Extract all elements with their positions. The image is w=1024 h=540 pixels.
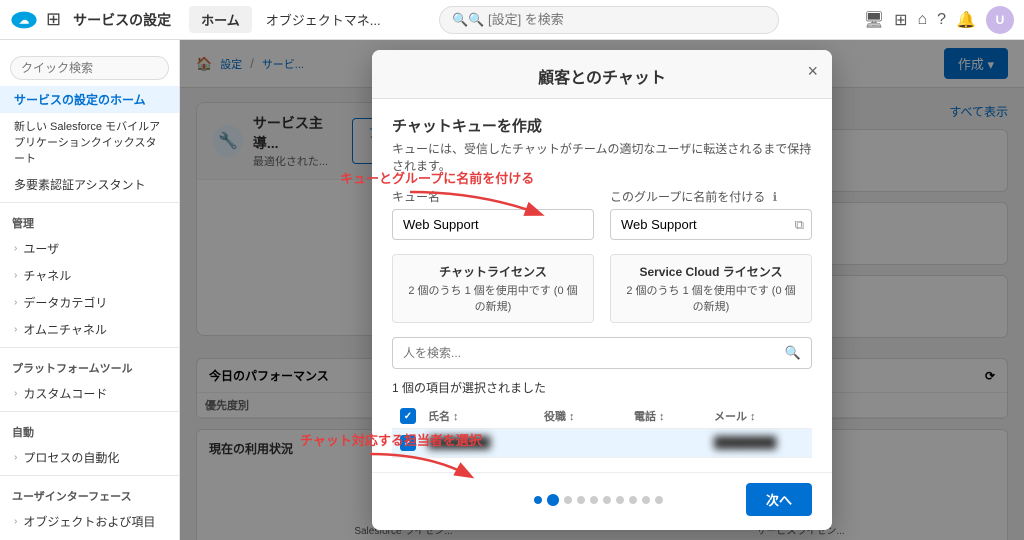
progress-dots	[534, 494, 663, 506]
section-manage: 管理	[0, 207, 179, 235]
modal-header: 顧客とのチャット ×	[372, 50, 832, 99]
modal-fields: キュー名 このグループに名前を付ける ℹ ⧉	[392, 188, 812, 240]
people-search-input[interactable]	[403, 346, 779, 360]
modal-step-title: チャットキューを作成	[392, 115, 812, 136]
sidebar: サービスの設定のホーム 新しい Salesforce モバイルアプリケーションク…	[0, 40, 180, 540]
col-name-header: 氏名 ↕	[428, 408, 544, 424]
bell-icon[interactable]: 🔔	[956, 10, 976, 30]
top-icons: 🖥 ⊞ ⌂ ? 🔔 U	[864, 6, 1014, 34]
section-ui: ユーザインターフェース	[0, 480, 179, 508]
table-row: ✓ ████████ ████████	[392, 429, 812, 458]
sidebar-mobile-quickstart[interactable]: 新しい Salesforce モバイルアプリケーションクイックスタート	[0, 113, 179, 171]
dot-5	[590, 496, 598, 504]
group-name-wrap: ⧉	[610, 209, 812, 240]
dot-10	[655, 496, 663, 504]
dot-1	[534, 496, 542, 504]
queue-name-label: キュー名	[392, 188, 594, 205]
global-search-input[interactable]	[468, 12, 766, 27]
col-role-header: 役職 ↕	[544, 408, 634, 424]
selected-count: 1 個の項目が選択されました	[392, 379, 812, 396]
col-check-header: ✓	[400, 408, 428, 424]
dot-4	[577, 496, 585, 504]
dot-2	[547, 494, 559, 506]
row-checkbox[interactable]: ✓	[400, 435, 416, 451]
dot-7	[616, 496, 624, 504]
row-check: ✓	[400, 435, 428, 451]
svg-text:☁: ☁	[19, 15, 29, 26]
top-bar: ☁ ⊞ サービスの設定 ホーム オブジェクトマネ... 🔍 🖥 ⊞ ⌂ ? 🔔 …	[0, 0, 1024, 40]
question-icon[interactable]: ?	[937, 11, 946, 29]
service-license-box: Service Cloud ライセンス 2 個のうち 1 個を使用中です (0 …	[610, 254, 812, 323]
avatar[interactable]: U	[986, 6, 1014, 34]
section-auto: 自動	[0, 416, 179, 444]
sidebar-datacategory[interactable]: ›データカテゴリ	[0, 289, 179, 316]
modal-title: 顧客とのチャット	[392, 64, 812, 88]
license-row: チャットライセンス 2 個のうち 1 個を使用中です (0 個の新規) Serv…	[392, 254, 812, 323]
main-layout: サービスの設定のホーム 新しい Salesforce モバイルアプリケーションク…	[0, 40, 1024, 540]
col-email-header: メール ↕	[714, 408, 804, 424]
select-all-checkbox[interactable]: ✓	[400, 408, 416, 424]
plus-square-icon[interactable]: ⊞	[894, 10, 907, 30]
modal-overlay: 顧客とのチャット × チャットキューを作成 キューには、受信したチャットがチーム…	[180, 40, 1024, 540]
section-platform: プラットフォームツール	[0, 352, 179, 380]
sidebar-omni[interactable]: ›オムニチャネル	[0, 316, 179, 343]
info-icon: ℹ	[773, 190, 778, 204]
dot-9	[642, 496, 650, 504]
modal: 顧客とのチャット × チャットキューを作成 キューには、受信したチャットがチーム…	[372, 50, 832, 530]
sidebar-mfa-label: 多要素認証アシスタント	[14, 176, 146, 193]
monitor-icon[interactable]: 🖥	[864, 10, 884, 30]
content-area: 🏠 設定 / サービ... 作成 ▾ 🔧 サービス主導... 最適化された...	[180, 40, 1024, 540]
row-name: ████████	[428, 437, 544, 449]
row-email: ████████	[714, 437, 804, 449]
salesforce-logo: ☁	[10, 6, 38, 34]
modal-step-desc: キューには、受信したチャットがチームの適切なユーザに転送されるまで保持されます。	[392, 140, 812, 174]
home-icon[interactable]: ⌂	[918, 11, 928, 29]
sidebar-home[interactable]: サービスの設定のホーム	[0, 86, 179, 113]
app-title: サービスの設定	[73, 10, 171, 30]
people-search-bar[interactable]: 🔍	[392, 337, 812, 369]
sidebar-customcode[interactable]: ›カスタムコード	[0, 380, 179, 407]
sidebar-user[interactable]: ›ユーザ	[0, 235, 179, 262]
group-name-label: このグループに名前を付ける ℹ	[610, 188, 812, 205]
dot-8	[629, 496, 637, 504]
service-license-title: Service Cloud ライセンス	[623, 263, 799, 280]
chat-license-desc: 2 個のうち 1 個を使用中です (0 個の新規)	[405, 282, 581, 314]
table-header: ✓ 氏名 ↕ 役職 ↕ 電話 ↕ メール ↕	[392, 404, 812, 429]
dot-6	[603, 496, 611, 504]
search-icon: 🔍	[452, 12, 468, 28]
sidebar-home-label: サービスの設定のホーム	[14, 91, 146, 108]
dot-3	[564, 496, 572, 504]
group-name-input[interactable]	[610, 209, 812, 240]
chat-license-title: チャットライセンス	[405, 263, 581, 280]
modal-footer: 次へ	[372, 472, 832, 530]
sidebar-channel[interactable]: ›チャネル	[0, 262, 179, 289]
sidebar-process[interactable]: ›プロセスの自動化	[0, 444, 179, 471]
queue-name-field: キュー名	[392, 188, 594, 240]
nav-home[interactable]: ホーム	[189, 6, 252, 33]
queue-name-input[interactable]	[392, 209, 594, 240]
chat-license-box: チャットライセンス 2 個のうち 1 個を使用中です (0 個の新規)	[392, 254, 594, 323]
sidebar-ui[interactable]: ›ユーザインターフェー...	[0, 535, 179, 540]
global-search[interactable]: 🔍	[439, 6, 779, 34]
nav-object[interactable]: オブジェクトマネ...	[254, 6, 393, 33]
sidebar-search-input[interactable]	[10, 56, 169, 80]
modal-close-button[interactable]: ×	[807, 62, 818, 80]
col-phone-header: 電話 ↕	[634, 408, 714, 424]
copy-icon[interactable]: ⧉	[795, 217, 804, 233]
group-name-field: このグループに名前を付ける ℹ ⧉	[610, 188, 812, 240]
sidebar-objects[interactable]: ›オブジェクトおよび項目	[0, 508, 179, 535]
sidebar-mfa[interactable]: 多要素認証アシスタント	[0, 171, 179, 198]
people-search-icon: 🔍	[785, 345, 801, 361]
top-nav: ホーム オブジェクトマネ...	[189, 6, 392, 33]
sidebar-mobile-label: 新しい Salesforce モバイルアプリケーションクイックスタート	[14, 118, 165, 166]
next-button[interactable]: 次へ	[746, 483, 812, 516]
grid-icon[interactable]: ⊞	[46, 9, 61, 30]
service-license-desc: 2 個のうち 1 個を使用中です (0 個の新規)	[623, 282, 799, 314]
modal-body: チャットキューを作成 キューには、受信したチャットがチームの適切なユーザに転送さ…	[372, 99, 832, 472]
sidebar-search-wrap[interactable]	[0, 50, 179, 86]
